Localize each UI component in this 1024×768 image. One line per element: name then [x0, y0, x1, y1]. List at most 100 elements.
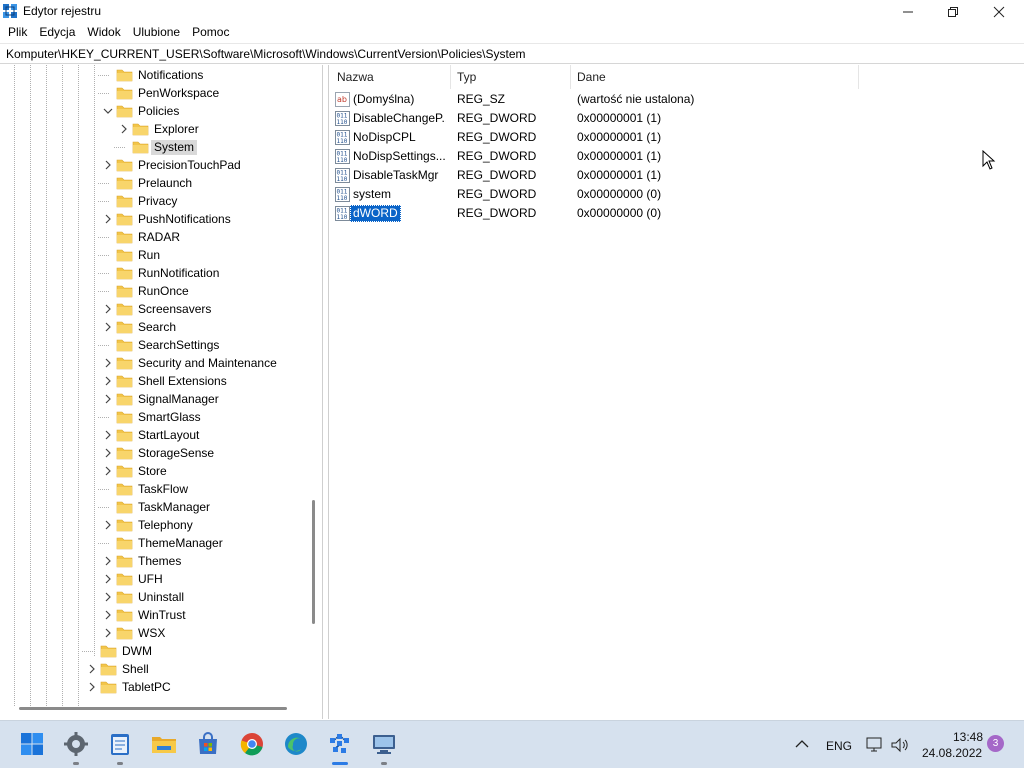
- tree-node[interactable]: Run: [0, 246, 310, 264]
- value-row[interactable]: 011 110 DisableTaskMgr REG_DWORD 0x00000001 …: [329, 166, 1019, 185]
- tree-node[interactable]: WinTrust: [0, 606, 310, 624]
- tree-node-label[interactable]: SignalManager: [135, 392, 222, 407]
- tree-node[interactable]: Privacy: [0, 192, 310, 210]
- tree-node-label[interactable]: PenWorkspace: [135, 86, 222, 101]
- value-name[interactable]: DisableTaskMgr: [350, 167, 441, 184]
- chevron-right-icon[interactable]: [103, 519, 113, 531]
- chevron-down-icon[interactable]: [103, 105, 113, 117]
- tree-node-label[interactable]: Shell: [119, 662, 152, 677]
- tree-node-label[interactable]: TaskManager: [135, 500, 213, 515]
- value-name[interactable]: dWORD: [350, 205, 401, 222]
- tree-node[interactable]: PenWorkspace: [0, 84, 310, 102]
- value-row[interactable]: 011 110 dWORD REG_DWORD 0x00000000 (0): [329, 204, 1019, 223]
- column-name-header[interactable]: Nazwa: [337, 65, 374, 89]
- tree-node[interactable]: DWM: [0, 642, 310, 660]
- value-name[interactable]: DisableChangeP...: [350, 110, 446, 127]
- tree-node-label[interactable]: StorageSense: [135, 446, 217, 461]
- tree-node[interactable]: Policies: [0, 102, 310, 120]
- tree-node-label[interactable]: RunNotification: [135, 266, 222, 281]
- menu-favorites[interactable]: Ulubione: [128, 23, 185, 43]
- value-row[interactable]: ab (Domyślna) REG_SZ (wartość nie ustalona): [329, 90, 1019, 109]
- menu-help[interactable]: Pomoc: [187, 23, 234, 43]
- chevron-right-icon[interactable]: [103, 357, 113, 369]
- title-bar[interactable]: Edytor rejestru: [0, 0, 1024, 23]
- tree-node-label[interactable]: Policies: [135, 104, 182, 119]
- tree-node-label[interactable]: RADAR: [135, 230, 183, 245]
- chevron-right-icon[interactable]: [103, 465, 113, 477]
- tree-node[interactable]: Screensavers: [0, 300, 310, 318]
- tree-node-label[interactable]: StartLayout: [135, 428, 202, 443]
- tree-node-label[interactable]: Prelaunch: [135, 176, 195, 191]
- close-button[interactable]: [976, 0, 1022, 23]
- tree-node[interactable]: WSX: [0, 624, 310, 642]
- address-path[interactable]: Komputer\HKEY_CURRENT_USER\Software\Micr…: [6, 47, 526, 61]
- chevron-right-icon[interactable]: [103, 393, 113, 405]
- tree-node-label[interactable]: Shell Extensions: [135, 374, 230, 389]
- taskbar-file-explorer[interactable]: [151, 731, 177, 757]
- tree-horizontal-scrollbar[interactable]: [19, 707, 287, 710]
- value-row[interactable]: 011 110 NoDispCPL REG_DWORD 0x00000001 (1): [329, 128, 1019, 147]
- tree-node[interactable]: TaskFlow: [0, 480, 310, 498]
- restore-button[interactable]: [930, 0, 976, 23]
- tree-node-label[interactable]: DWM: [119, 644, 155, 659]
- volume-icon[interactable]: [890, 737, 910, 753]
- tree-node-label[interactable]: Notifications: [135, 68, 206, 83]
- chevron-right-icon[interactable]: [103, 591, 113, 603]
- tree-node[interactable]: ThemeManager: [0, 534, 310, 552]
- tree-node-label[interactable]: TabletPC: [119, 680, 174, 695]
- start-button[interactable]: [19, 731, 45, 757]
- tree-node[interactable]: Uninstall: [0, 588, 310, 606]
- chevron-right-icon[interactable]: [103, 429, 113, 441]
- tree-node[interactable]: TaskManager: [0, 498, 310, 516]
- tree-node[interactable]: StorageSense: [0, 444, 310, 462]
- chevron-right-icon[interactable]: [87, 681, 97, 693]
- tree-node[interactable]: TabletPC: [0, 678, 310, 696]
- tree-node-label[interactable]: ThemeManager: [135, 536, 226, 551]
- taskbar-remote-desktop[interactable]: [371, 731, 397, 757]
- tree-node[interactable]: PrecisionTouchPad: [0, 156, 310, 174]
- taskbar-registry-editor[interactable]: [327, 731, 353, 757]
- tree-node[interactable]: Telephony: [0, 516, 310, 534]
- tree-node[interactable]: Explorer: [0, 120, 310, 138]
- minimize-button[interactable]: [885, 0, 931, 23]
- tree-node-label[interactable]: Screensavers: [135, 302, 214, 317]
- chevron-up-icon[interactable]: [795, 739, 809, 749]
- tree-node[interactable]: Themes: [0, 552, 310, 570]
- tree-node-label[interactable]: System: [151, 140, 198, 155]
- clock-time[interactable]: 13:48: [953, 730, 983, 744]
- value-name[interactable]: system: [350, 186, 394, 203]
- tree-node[interactable]: SmartGlass: [0, 408, 310, 426]
- network-icon[interactable]: [866, 737, 884, 753]
- column-separator[interactable]: [858, 65, 859, 89]
- chevron-right-icon[interactable]: [103, 609, 113, 621]
- tree-node-label[interactable]: Explorer: [151, 122, 202, 137]
- chevron-right-icon[interactable]: [87, 663, 97, 675]
- chevron-right-icon[interactable]: [103, 573, 113, 585]
- tree-node-label[interactable]: RunOnce: [135, 284, 192, 299]
- tree-node-label[interactable]: PrecisionTouchPad: [135, 158, 244, 173]
- tree-node-label[interactable]: Store: [135, 464, 170, 479]
- tree-node[interactable]: Shell Extensions: [0, 372, 310, 390]
- taskbar-chrome[interactable]: [239, 731, 265, 757]
- tree-node-label[interactable]: Telephony: [135, 518, 196, 533]
- taskbar-settings[interactable]: [63, 731, 89, 757]
- tree-node[interactable]: UFH: [0, 570, 310, 588]
- value-name[interactable]: NoDispSettings...: [350, 148, 446, 165]
- tree-node[interactable]: RunOnce: [0, 282, 310, 300]
- chevron-right-icon[interactable]: [103, 303, 113, 315]
- tree-node[interactable]: Shell: [0, 660, 310, 678]
- tree-node[interactable]: Store: [0, 462, 310, 480]
- values-pane[interactable]: Nazwa Typ Dane ab (Domyślna) REG_SZ (wartoś…: [328, 65, 1024, 719]
- tree-node[interactable]: Notifications: [0, 66, 310, 84]
- tree-node-label[interactable]: UFH: [135, 572, 166, 587]
- chevron-right-icon[interactable]: [103, 321, 113, 333]
- tree-node-label[interactable]: WSX: [135, 626, 168, 641]
- tree-node-label[interactable]: Privacy: [135, 194, 180, 209]
- column-data-header[interactable]: Dane: [577, 65, 606, 89]
- tree-node-label[interactable]: PushNotifications: [135, 212, 234, 227]
- tree-node[interactable]: PushNotifications: [0, 210, 310, 228]
- tree-node[interactable]: StartLayout: [0, 426, 310, 444]
- chevron-right-icon[interactable]: [103, 213, 113, 225]
- tree-node-label[interactable]: WinTrust: [135, 608, 189, 623]
- column-separator[interactable]: [570, 65, 571, 89]
